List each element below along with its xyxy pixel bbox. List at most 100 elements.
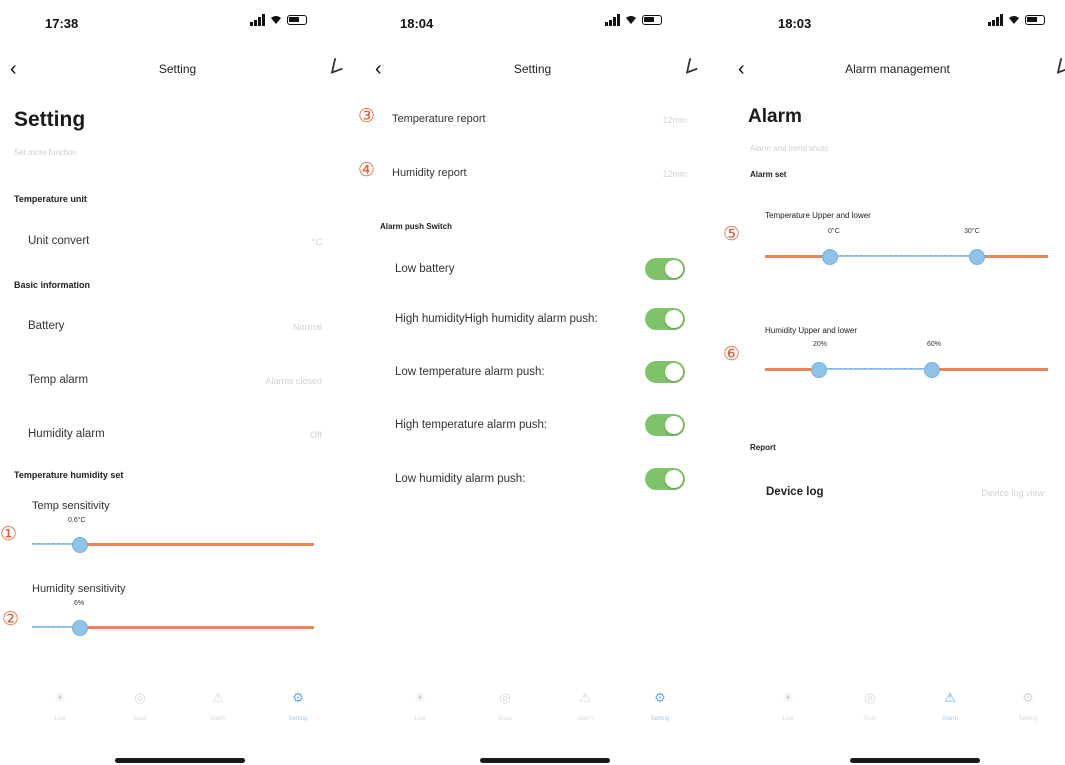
low-humidity-toggle[interactable] — [645, 468, 685, 490]
switch-label: High temperature alarm push: — [395, 419, 548, 431]
humidity-report-row[interactable]: Humidity report 12min — [385, 158, 695, 188]
temperature-range-low-value: 0°C — [828, 228, 840, 235]
status-time: 18:03 — [778, 16, 812, 31]
target-icon: ◎ — [134, 690, 146, 705]
switch-label: Low humidity alarm push: — [395, 473, 526, 485]
slider-above — [931, 368, 1048, 371]
alarm-management-screen: 18:03 ‹ Alarm management ∠ Alarm Alarm a… — [710, 0, 1065, 765]
slider-range — [818, 368, 932, 370]
status-icons — [250, 14, 307, 26]
page-title: Setting — [14, 108, 86, 131]
status-bar: 18:03 — [710, 0, 1065, 50]
slider-range — [830, 255, 978, 257]
temperature-report-value: 12min — [662, 115, 687, 125]
target-icon: ◎ — [499, 690, 511, 705]
sun-icon: ☀ — [782, 690, 794, 705]
tab-scan[interactable]: ◎ Scan — [850, 690, 890, 722]
humidity-range-label: Humidity Upper and lower — [765, 326, 858, 335]
switch-row-high-humidity: High humidityHigh humidity alarm push: — [355, 302, 710, 336]
switch-row-high-temperature: High temperature alarm push: — [355, 408, 710, 442]
marker-6: ⑥ — [723, 343, 741, 365]
sun-icon: ☀ — [54, 690, 66, 705]
page-subtitle: Alarm and trend shots — [750, 144, 829, 153]
slider-low-handle[interactable] — [822, 249, 839, 265]
humidity-range-slider[interactable] — [765, 362, 1048, 378]
tab-alarm[interactable]: ⚠ Alarm — [930, 690, 970, 722]
tab-live[interactable]: ☀ Live — [40, 690, 80, 722]
high-temperature-toggle[interactable] — [645, 414, 685, 436]
nav-bar: ‹ Setting ∠ — [0, 52, 355, 88]
tab-setting[interactable]: ⚙ Setting — [1008, 690, 1048, 722]
low-battery-toggle[interactable] — [645, 258, 685, 280]
gear-icon: ⚙ — [292, 690, 304, 705]
tab-live[interactable]: ☀ Live — [400, 690, 440, 722]
marker-4: ④ — [358, 159, 376, 181]
status-icons — [988, 14, 1045, 26]
alarm-icon: ⚠ — [212, 690, 224, 705]
device-log-row[interactable]: Device log Device log view — [750, 476, 1050, 508]
section-alarm-push-switch: Alarm push Switch — [380, 222, 453, 231]
humidity-alarm-value: Off — [310, 430, 322, 440]
nav-bar: ‹ Setting ∠ — [355, 52, 710, 88]
humidity-alarm-row[interactable]: Humidity alarm Off — [0, 418, 340, 452]
temperature-report-label: Temperature report — [392, 113, 486, 125]
marker-5: ⑤ — [723, 223, 741, 245]
temp-sensitivity-label: Temp sensitivity — [32, 500, 110, 512]
slider-rest — [79, 626, 314, 629]
setting-screen-1: 17:38 ‹ Setting ∠ Setting Set more funct… — [0, 0, 355, 765]
battery-icon — [287, 15, 307, 25]
slider-below — [765, 255, 831, 258]
alarm-icon: ⚠ — [579, 690, 591, 705]
switch-label: Low battery — [395, 263, 455, 275]
device-log-value: Device log view — [981, 488, 1044, 498]
switch-row-low-humidity: Low humidity alarm push: — [355, 462, 710, 496]
section-alarm-set: Alarm set — [750, 170, 787, 179]
tab-alarm[interactable]: ⚠ Alarm — [565, 690, 605, 722]
tab-setting[interactable]: ⚙ Setting — [640, 690, 680, 722]
temp-sensitivity-slider[interactable] — [32, 537, 314, 553]
tab-bar: ☀ Live ◎ Scan ⚠ Alarm ⚙ Setting — [0, 690, 355, 740]
humidity-range-high-value: 60% — [927, 341, 942, 348]
battery-icon — [1025, 15, 1045, 25]
temperature-range-high-value: 30°C — [964, 228, 980, 235]
slider-high-handle[interactable] — [969, 249, 986, 265]
signal-icon — [605, 14, 620, 26]
status-time: 17:38 — [45, 16, 79, 31]
slider-handle[interactable] — [71, 620, 88, 636]
signal-icon — [988, 14, 1003, 26]
section-report: Report — [750, 443, 776, 452]
tab-alarm[interactable]: ⚠ Alarm — [198, 690, 238, 722]
temp-alarm-label: Temp alarm — [28, 374, 89, 386]
temperature-report-row[interactable]: Temperature report 12min — [385, 104, 695, 134]
humidity-report-value: 12min — [662, 169, 687, 179]
slider-low-handle[interactable] — [810, 362, 827, 378]
battery-value: Normal — [292, 322, 322, 332]
high-humidity-toggle[interactable] — [645, 308, 685, 330]
tab-scan[interactable]: ◎ Scan — [485, 690, 525, 722]
wifi-icon — [1008, 15, 1020, 25]
tab-live[interactable]: ☀ Live — [768, 690, 808, 722]
nav-title: Setting — [158, 62, 197, 76]
status-bar: 18:04 — [355, 0, 710, 50]
low-temperature-toggle[interactable] — [645, 361, 685, 383]
unit-convert-label: Unit convert — [28, 235, 90, 247]
page-title: Alarm — [748, 106, 802, 127]
humidity-sensitivity-slider[interactable] — [32, 620, 314, 636]
switch-label: Low temperature alarm push: — [395, 366, 545, 378]
battery-row[interactable]: Battery Normal — [0, 310, 340, 344]
home-indicator — [115, 758, 245, 763]
temp-alarm-row[interactable]: Temp alarm Alarms closed — [0, 364, 340, 398]
humidity-alarm-label: Humidity alarm — [28, 428, 105, 440]
slider-high-handle[interactable] — [923, 362, 940, 378]
humidity-sensitivity-label: Humidity sensitivity — [32, 583, 126, 595]
wifi-icon — [270, 15, 282, 25]
tab-setting[interactable]: ⚙ Setting — [278, 690, 318, 722]
sun-icon: ☀ — [414, 690, 426, 705]
unit-convert-row[interactable]: Unit convert °C — [0, 225, 340, 259]
slider-handle[interactable] — [71, 537, 88, 553]
target-icon: ◎ — [864, 690, 876, 705]
slider-rest — [79, 543, 314, 546]
tab-scan[interactable]: ◎ Scan — [120, 690, 160, 722]
temperature-range-slider[interactable] — [765, 249, 1048, 265]
wifi-icon — [625, 15, 637, 25]
